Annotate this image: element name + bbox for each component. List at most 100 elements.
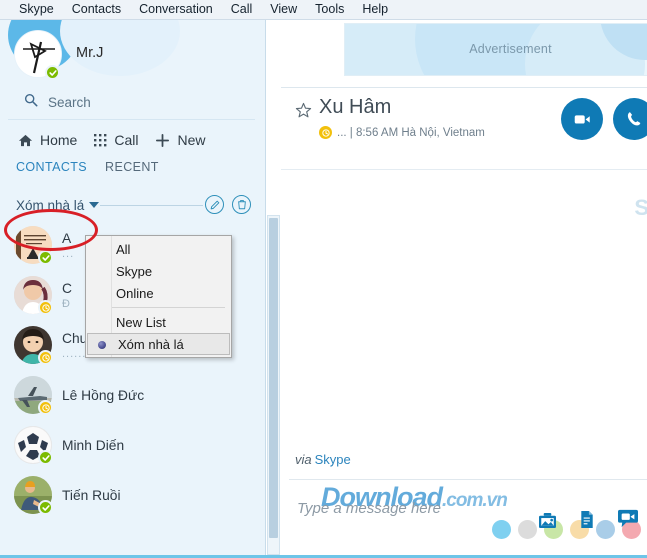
profile-status-badge — [45, 65, 60, 80]
message-input-placeholder[interactable]: Type a message here — [297, 500, 441, 517]
conversation-header: Xu Hâm ... | 8:56 AM Hà Nội, Vietnam — [281, 88, 647, 170]
tab-recent[interactable]: RECENT — [105, 160, 159, 174]
dot-2 — [518, 520, 537, 539]
dropdown-separator — [112, 307, 225, 308]
contact-list-selector[interactable]: Xóm nhà lá — [16, 197, 100, 213]
status-badge — [38, 450, 53, 465]
status-badge — [38, 300, 53, 315]
status-badge — [38, 500, 53, 515]
advertisement-banner[interactable]: Advertisement — [344, 23, 647, 76]
sidebar-tabs: CONTACTS RECENT — [0, 160, 265, 186]
list-item-texts: Tiến Ruồi — [62, 488, 121, 503]
contact-name: Minh Diến — [62, 437, 125, 453]
conversation-status: ... | 8:56 AM Hà Nội, Vietnam — [319, 126, 485, 139]
search-placeholder: Search — [48, 95, 91, 110]
list-header-actions — [205, 195, 251, 214]
list-item[interactable]: Minh Diến — [0, 420, 265, 470]
dropdown-item-all[interactable]: All — [86, 238, 231, 260]
nav-item-call-label: Call — [114, 132, 139, 148]
menu-item-call[interactable]: Call — [222, 0, 262, 19]
avatar — [14, 476, 53, 515]
conversation-actions — [561, 98, 647, 140]
home-icon — [18, 133, 33, 148]
contact-name: C — [62, 280, 72, 296]
trash-icon[interactable] — [232, 195, 251, 214]
tab-contacts[interactable]: CONTACTS — [16, 160, 87, 174]
via-service[interactable]: Skype — [315, 452, 351, 467]
star-outline-icon[interactable] — [295, 102, 312, 124]
avatar — [14, 226, 53, 265]
list-item-texts: Lê Hồng Đức — [62, 388, 144, 403]
dropdown-body: All Skype Online New List Xóm nhà lá — [86, 238, 231, 355]
status-badge — [38, 400, 53, 415]
video-call-icon[interactable] — [561, 98, 603, 140]
avatar — [14, 376, 53, 415]
document-icon[interactable] — [579, 510, 595, 529]
search-input[interactable]: Search — [8, 86, 255, 120]
nav-item-new[interactable]: New — [153, 130, 216, 150]
contact-status-text: ... — [62, 247, 75, 260]
composer-actions — [538, 509, 639, 529]
status-badge — [38, 350, 53, 365]
dialpad-icon — [94, 133, 107, 147]
profile-name: Mr.J — [76, 45, 104, 61]
list-item[interactable]: Lê Hồng Đức — [0, 370, 265, 420]
dropdown-item-label: All — [116, 241, 131, 257]
header-divider — [100, 205, 203, 206]
contact-list-label: Xóm nhà lá — [16, 197, 85, 213]
nav-item-call[interactable]: Call — [92, 130, 149, 150]
nav-item-home[interactable]: Home — [16, 130, 88, 150]
contact-name: Tiến Ruồi — [62, 487, 121, 503]
list-item-texts: Minh Diến — [62, 438, 124, 453]
page-title: Xu Hâm — [319, 96, 392, 118]
plus-icon — [155, 133, 170, 148]
message-composer[interactable]: Type a message here — [289, 479, 647, 549]
scrollbar-thumb[interactable] — [269, 218, 278, 538]
via-prefix: via — [295, 452, 312, 467]
list-item[interactable]: Tiến Ruồi — [0, 470, 265, 520]
dropdown-item-label: New List — [116, 314, 166, 330]
dropdown-item-new-list[interactable]: New List — [86, 311, 231, 333]
avatar — [14, 326, 53, 365]
list-item-texts: C Đ — [62, 281, 72, 310]
avatar — [14, 426, 53, 465]
dropdown-item-label: Skype — [116, 263, 153, 279]
dropdown-item-online[interactable]: Online — [86, 282, 231, 304]
profile-section[interactable]: Mr.J — [0, 20, 265, 86]
dot-1 — [492, 520, 511, 539]
video-message-icon[interactable] — [617, 509, 639, 529]
conversation-panel: Advertisement Xu Hâm ... | 8:56 AM Hà Nộ… — [281, 20, 647, 555]
contact-name: A — [62, 230, 72, 246]
phone-call-icon[interactable] — [613, 98, 647, 140]
dropdown-item-skype[interactable]: Skype — [86, 260, 231, 282]
skype-window: Skype Contacts Conversation Call View To… — [0, 0, 647, 558]
chevron-down-icon — [89, 202, 100, 208]
picture-icon[interactable] — [538, 512, 557, 529]
skype-watermark-icon: S — [634, 195, 647, 221]
nav-item-new-label: New — [177, 132, 206, 148]
menu-bar: Skype Contacts Conversation Call View To… — [0, 0, 647, 20]
status-badge — [38, 250, 53, 265]
dropdown-item-label: Xóm nhà lá — [118, 336, 184, 352]
menu-item-view[interactable]: View — [261, 0, 306, 19]
menu-item-contacts[interactable]: Contacts — [63, 0, 130, 19]
contact-list-dropdown-menu: All Skype Online New List Xóm nhà lá — [85, 235, 232, 358]
menu-item-tools[interactable]: Tools — [306, 0, 353, 19]
contact-status-text: Đ — [62, 297, 71, 310]
pencil-icon[interactable] — [205, 195, 224, 214]
contact-list-header: Xóm nhà lá — [0, 190, 265, 220]
menu-item-conversation[interactable]: Conversation — [130, 0, 222, 19]
menu-item-skype[interactable]: Skype — [10, 0, 63, 19]
conversation-status-text: ... | 8:56 AM Hà Nội, Vietnam — [337, 126, 485, 139]
sidebar-scrollbar[interactable] — [267, 215, 280, 555]
dropdown-item-xom-nha-la[interactable]: Xóm nhà lá — [87, 333, 230, 355]
sidebar-nav: Home Call New — [0, 120, 265, 160]
advertisement-bar: Advertisement — [281, 20, 647, 88]
menu-item-help[interactable]: Help — [353, 0, 397, 19]
radio-bullet-icon — [98, 341, 106, 349]
dropdown-item-label: Online — [116, 285, 154, 301]
nav-item-home-label: Home — [40, 132, 78, 148]
search-icon — [24, 93, 44, 112]
contact-name: Lê Hồng Đức — [62, 387, 145, 403]
advertisement-label: Advertisement — [469, 42, 552, 56]
